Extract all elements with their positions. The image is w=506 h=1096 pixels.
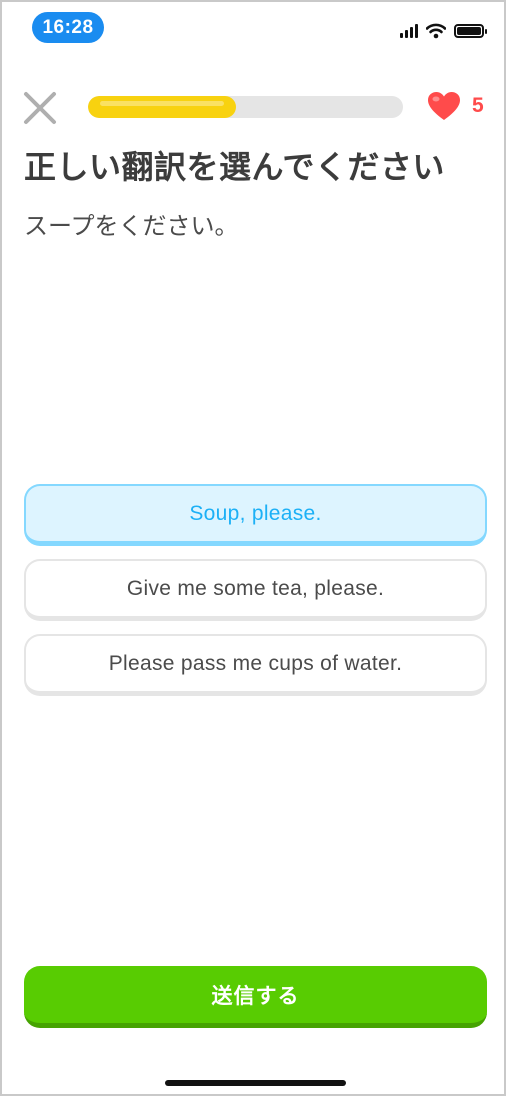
answer-option-2[interactable]: Give me some tea, please. [24, 559, 487, 621]
status-time: 16:28 [32, 12, 104, 43]
answer-option-3[interactable]: Please pass me cups of water. [24, 634, 487, 696]
home-indicator[interactable] [165, 1080, 346, 1086]
cellular-signal-icon [400, 24, 418, 38]
heart-icon [428, 92, 460, 120]
question-title: 正しい翻訳を選んでください [24, 148, 445, 186]
close-icon [24, 92, 56, 124]
answer-option-1[interactable]: Soup, please. [24, 484, 487, 546]
status-icons [400, 22, 487, 40]
submit-button[interactable]: 送信する [24, 966, 487, 1028]
battery-icon [454, 24, 487, 38]
prompt-sentence: スープをください。 [24, 212, 239, 240]
app-frame: 16:28 5 正しい翻訳を選んでください スープをください。 Soup, pl… [0, 0, 506, 1096]
progress-fill [88, 96, 237, 118]
lesson-progress-bar [88, 96, 403, 118]
hearts-count: 5 [472, 94, 484, 117]
hearts-counter[interactable]: 5 [426, 90, 484, 122]
wifi-icon [426, 23, 446, 39]
close-button[interactable] [22, 90, 58, 126]
